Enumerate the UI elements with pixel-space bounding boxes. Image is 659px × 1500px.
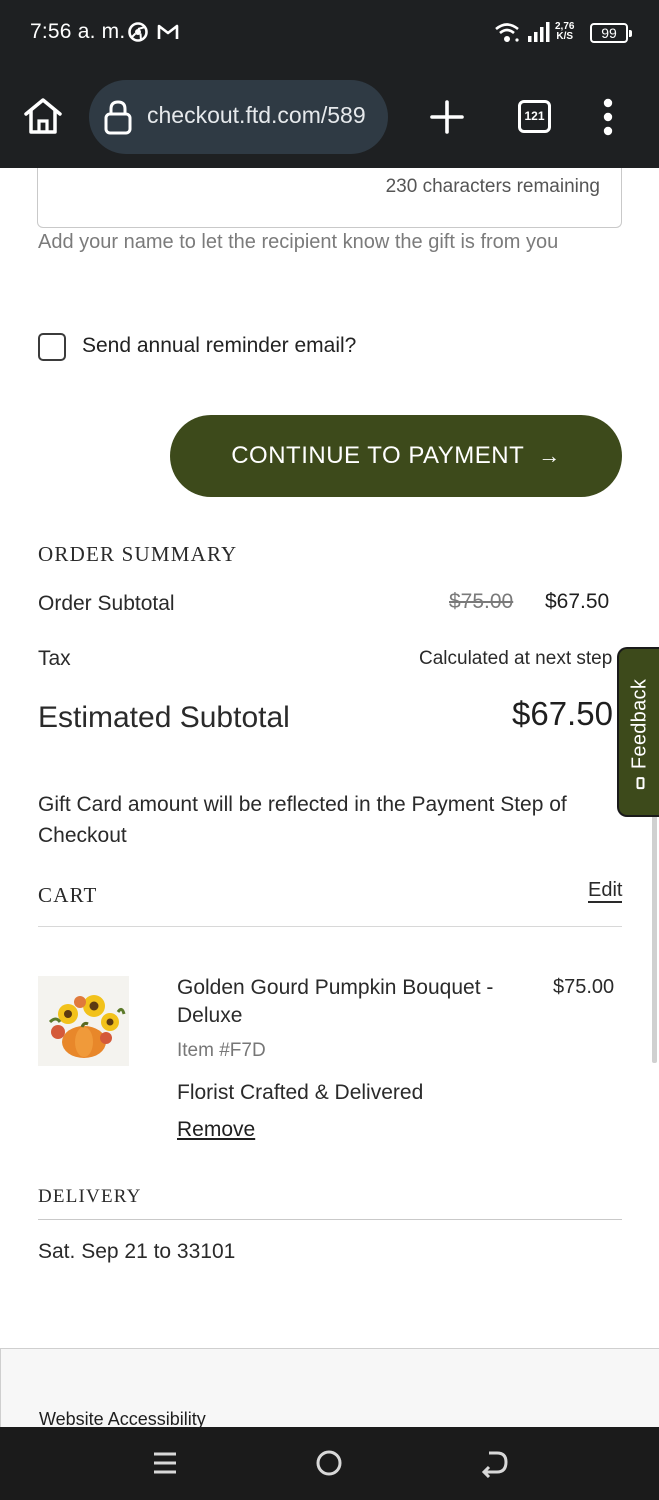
- continue-label: CONTINUE TO PAYMENT: [231, 442, 525, 469]
- order-summary-heading: ORDER SUMMARY: [38, 542, 238, 566]
- feedback-tab[interactable]: Feedback: [617, 647, 659, 817]
- estimated-subtotal-label: Estimated Subtotal: [38, 701, 290, 734]
- remove-item-link[interactable]: Remove: [177, 1118, 255, 1142]
- net-speed: 2,76 K/S: [555, 22, 574, 42]
- tax-value: Calculated at next step: [419, 648, 613, 669]
- plus-icon[interactable]: [428, 98, 466, 136]
- more-vert-icon[interactable]: [598, 96, 618, 138]
- product-price: $75.00: [553, 976, 615, 998]
- checkout-page: 230 characters remaining Add your name t…: [0, 168, 659, 1427]
- original-price: $75.00: [449, 590, 514, 613]
- arrow-right-icon: →: [538, 443, 561, 468]
- reminder-checkbox[interactable]: [38, 333, 66, 361]
- browser-toolbar: checkout.ftd.com/589 121: [0, 66, 659, 168]
- edit-cart-link[interactable]: Edit: [588, 879, 623, 903]
- feedback-label: Feedback: [628, 678, 652, 790]
- feedback-icon: [636, 777, 645, 790]
- website-accessibility-link[interactable]: Website Accessibility: [39, 1409, 206, 1427]
- product-image[interactable]: [38, 976, 129, 1066]
- gift-message-helper: Add your name to let the recipient know …: [38, 231, 559, 253]
- discounted-price: $67.50: [545, 590, 610, 613]
- gift-message-textarea[interactable]: 230 characters remaining: [37, 168, 622, 228]
- system-nav-bar: [0, 1427, 659, 1500]
- gmail-icon: [157, 22, 179, 47]
- cart-heading: CART: [38, 883, 98, 907]
- delivery-heading: DELIVERY: [38, 1186, 142, 1207]
- product-service: Florist Crafted & Delivered: [177, 1081, 424, 1104]
- battery-indicator: 99: [590, 23, 632, 43]
- home-nav-icon[interactable]: [315, 1449, 343, 1482]
- chars-remaining: 230 characters remaining: [385, 176, 600, 197]
- lock-icon[interactable]: [103, 99, 133, 140]
- delivery-info: Sat. Sep 21 to 33101: [38, 1240, 236, 1263]
- url-text[interactable]: checkout.ftd.com/589: [147, 102, 375, 129]
- tax-label: Tax: [38, 647, 71, 670]
- gift-card-note: Gift Card amount will be reflected in th…: [38, 793, 567, 847]
- cart-divider: [38, 926, 622, 927]
- page-footer: Website Accessibility: [0, 1348, 659, 1427]
- tabs-icon[interactable]: 121: [518, 100, 551, 133]
- status-bar: 7:56 a. m. 2,76 K/S 99: [0, 0, 659, 66]
- status-time: 7:56 a. m.: [30, 20, 126, 43]
- order-subtotal-label: Order Subtotal: [38, 592, 175, 615]
- delivery-divider: [38, 1219, 622, 1220]
- reminder-label[interactable]: Send annual reminder email?: [82, 334, 356, 358]
- wifi-icon: [494, 20, 520, 49]
- chrome-icon: [128, 22, 148, 47]
- home-icon[interactable]: [22, 96, 66, 140]
- recent-apps-icon[interactable]: [151, 1449, 179, 1482]
- net-speed-unit: K/S: [556, 31, 574, 42]
- back-nav-icon[interactable]: [480, 1448, 510, 1483]
- product-sku: Item #F7D: [177, 1040, 266, 1061]
- continue-to-payment-button[interactable]: CONTINUE TO PAYMENT →: [170, 415, 622, 497]
- estimated-subtotal-value: $67.50: [512, 695, 613, 732]
- product-name[interactable]: Golden Gourd Pumpkin Bouquet - Deluxe: [177, 974, 532, 1030]
- address-bar[interactable]: checkout.ftd.com/589: [89, 80, 388, 154]
- signal-icon: [527, 21, 551, 48]
- feedback-text: Feedback: [628, 678, 651, 770]
